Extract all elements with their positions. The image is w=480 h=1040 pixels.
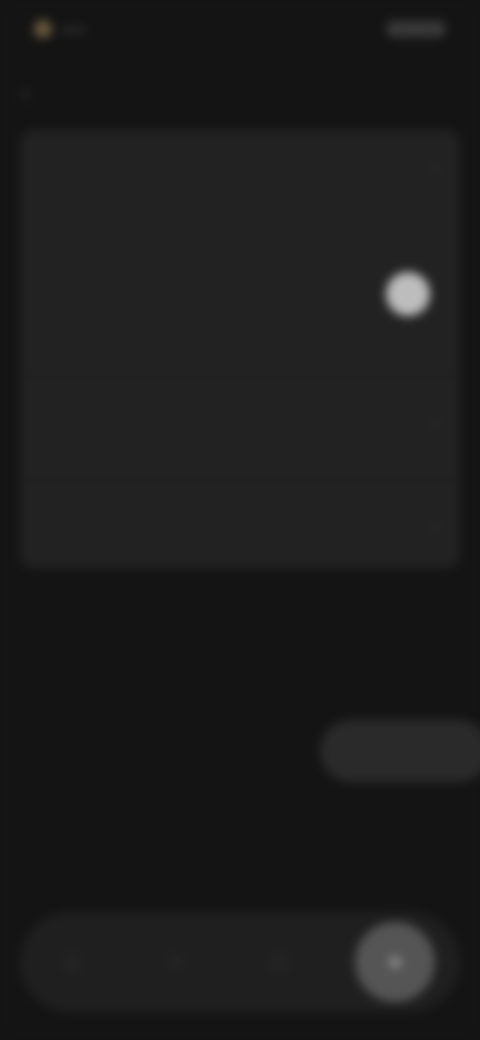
- back-arrow-icon[interactable]: ‹: [22, 82, 44, 104]
- profile-icon[interactable]: ●: [355, 922, 436, 1002]
- setting-toggle-row[interactable]: [42, 262, 438, 362]
- home-icon[interactable]: ⌂: [45, 935, 99, 989]
- status-bar: ••••: [0, 0, 480, 58]
- chevron-right-icon: ›: [432, 515, 438, 536]
- settings-row-2[interactable]: ›: [42, 496, 438, 556]
- floating-action-button[interactable]: [320, 720, 480, 782]
- settings-row-1[interactable]: ›: [42, 392, 438, 452]
- page-header: ‹: [0, 66, 480, 122]
- notification-icon: [34, 20, 52, 38]
- bottom-navigation: ⌂ ○ □ ●: [20, 912, 460, 1012]
- app-screen: •••• ‹ › › › ⌂ ○ □ ●: [0, 0, 480, 1040]
- search-icon[interactable]: ○: [148, 935, 202, 989]
- divider: [20, 480, 460, 481]
- toggle-switch[interactable]: [386, 272, 430, 316]
- settings-card: › › ›: [20, 130, 460, 568]
- battery-icon: [386, 21, 446, 37]
- status-text: ••••: [62, 21, 86, 37]
- divider: [20, 378, 460, 379]
- section-header[interactable]: ›: [42, 148, 438, 178]
- status-left: ••••: [34, 20, 86, 38]
- chevron-right-icon: ›: [432, 158, 438, 178]
- library-icon[interactable]: □: [252, 935, 306, 989]
- chevron-right-icon: ›: [432, 411, 438, 432]
